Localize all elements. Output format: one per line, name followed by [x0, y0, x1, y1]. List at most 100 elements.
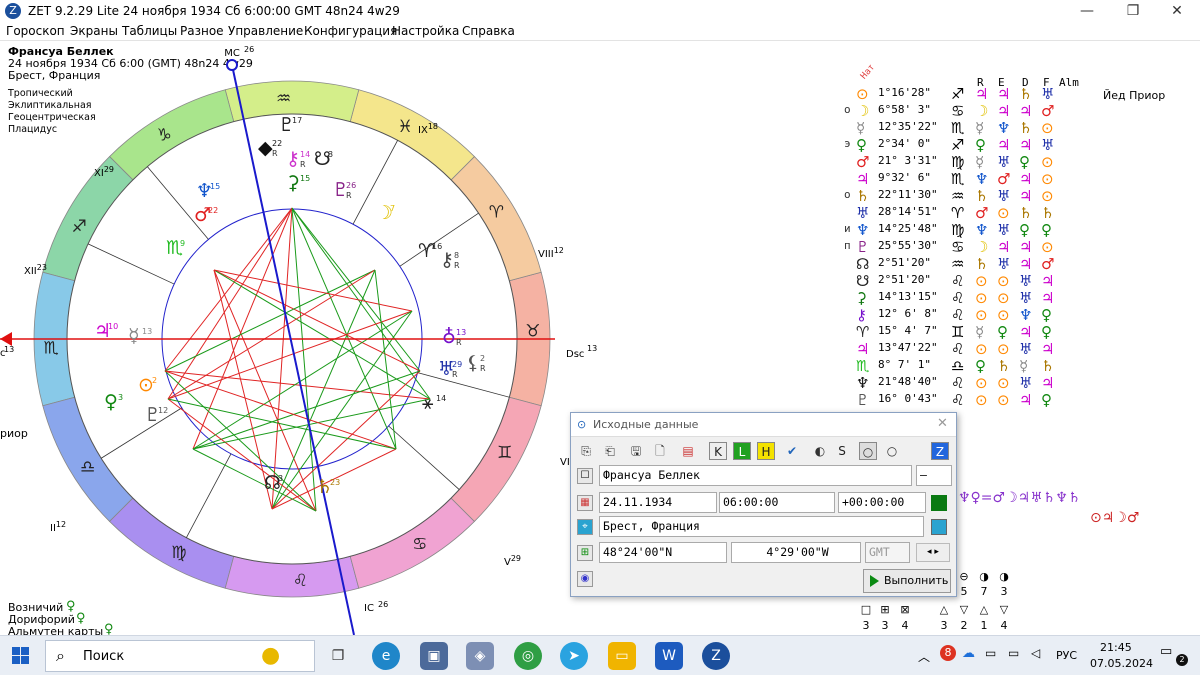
zodiac-sign-glyph: ♊	[497, 443, 512, 463]
planet-glyph[interactable]: ⚳	[286, 172, 300, 194]
toolbar-button-2[interactable]: 🖫	[627, 442, 645, 460]
menu-item-settings[interactable]: Настройка	[392, 24, 459, 38]
longitude-input[interactable]: 4°29'00"W	[731, 542, 861, 563]
toolbar-button-13[interactable]: Z	[931, 442, 949, 460]
planet-degree: 12	[158, 406, 168, 415]
map-button[interactable]	[931, 519, 947, 535]
clock-date[interactable]: 07.05.2024	[1090, 657, 1153, 670]
planet-glyph[interactable]: ♀	[104, 391, 118, 413]
row-lead-mark: п	[844, 239, 851, 252]
planet-row-glyph[interactable]: ♄	[856, 188, 869, 204]
planet-row-glyph[interactable]: ♈	[856, 324, 869, 340]
toolbar-button-4[interactable]: ▤	[679, 442, 697, 460]
planet-row-glyph[interactable]: ♆	[856, 375, 869, 391]
dst-toggle[interactable]	[931, 495, 947, 511]
timezone-stepper[interactable]: ◂ ▸	[916, 543, 950, 562]
timezone-input[interactable]: GMT	[865, 542, 910, 563]
app-icon-1[interactable]: ▣	[420, 642, 448, 670]
tray-chevron-icon[interactable]: ︿	[918, 648, 930, 665]
planet-row-glyph[interactable]: ♆	[856, 222, 869, 238]
name-select[interactable]: —	[916, 465, 952, 486]
toolbar-button-0[interactable]: ⎘	[577, 442, 595, 460]
rulership-glyph: ♂	[1041, 102, 1055, 120]
rulership-glyph: ♅	[997, 153, 1011, 171]
latitude-input[interactable]: 48°24'00"N	[599, 542, 727, 563]
planet-glyph[interactable]: ◆	[258, 137, 273, 159]
app-icon-2[interactable]: ◈	[466, 642, 494, 670]
minimize-button[interactable]: —	[1064, 0, 1110, 22]
rulership-glyph: ⊙	[1041, 153, 1054, 171]
menu-item-screens[interactable]: Экраны	[70, 24, 118, 38]
run-button[interactable]: Выполнить	[863, 569, 951, 593]
planet-glyph[interactable]: ⚸	[466, 352, 480, 374]
planet-glyph[interactable]: ⚷	[286, 148, 300, 170]
planet-glyph[interactable]: ♁	[442, 326, 456, 348]
rulership-glyph: ♆	[975, 170, 989, 188]
planet-row-glyph[interactable]: ♀	[856, 137, 867, 153]
planet-row-glyph[interactable]: ⊙	[856, 86, 869, 102]
telegram-icon[interactable]: ➤	[560, 642, 588, 670]
menu-item-misc[interactable]: Разное	[180, 24, 224, 38]
toolbar-button-7[interactable]: H	[757, 442, 775, 460]
planet-row-glyph[interactable]: ♇	[856, 239, 869, 255]
toolbar-button-5[interactable]: K	[709, 442, 727, 460]
planet-position: 21° 3'31"	[878, 154, 938, 167]
tray-app-icon[interactable]: 8	[940, 645, 956, 661]
planet-row-glyph[interactable]: ⚳	[856, 290, 867, 306]
planet-sign-glyph: ♌	[951, 340, 965, 358]
toolbar-button-12[interactable]: ○	[883, 442, 901, 460]
planet-row-glyph[interactable]: ⚷	[856, 307, 867, 323]
word-icon[interactable]: W	[655, 642, 683, 670]
planet-row-glyph[interactable]: ♃	[856, 341, 869, 357]
network-icon[interactable]: ▭	[985, 646, 996, 660]
planet-glyph[interactable]: ⚹	[422, 392, 434, 414]
aspect-type-icon: □	[860, 603, 872, 616]
horoscope-wheel[interactable]: ♉♈♓♒♑♐♏♎♍♌♋♊ MC 26 c 13 Dsc 13 IC 26 IX1…	[0, 41, 600, 635]
dialog-close-icon[interactable]: ✕	[937, 416, 948, 431]
task-view-icon[interactable]: ❐	[324, 642, 352, 670]
planet-glyph[interactable]: ⚷	[440, 249, 454, 271]
taskbar-search[interactable]: ⌕ Поиск ●	[45, 640, 315, 672]
toolbar-button-6[interactable]: L	[733, 442, 751, 460]
time-input[interactable]: 06:00:00	[719, 492, 835, 513]
planet-row-glyph[interactable]: ☊	[856, 256, 869, 272]
planet-row-glyph[interactable]: ♅	[856, 205, 869, 221]
planet-row-glyph[interactable]: ♇	[856, 392, 869, 408]
toolbar-button-11[interactable]: ○	[859, 442, 877, 460]
date-input[interactable]: 24.11.1934	[599, 492, 717, 513]
planet-row-glyph[interactable]: ♃	[856, 171, 869, 187]
toolbar-button-10[interactable]: S	[833, 442, 851, 460]
volume-icon[interactable]: ◁	[1031, 646, 1040, 660]
planet-row-glyph[interactable]: ♏	[856, 358, 869, 374]
windows-start-icon[interactable]	[12, 647, 30, 665]
planet-glyph[interactable]: ☿	[128, 325, 140, 347]
chrome-icon[interactable]: ◎	[514, 642, 542, 670]
edge-icon[interactable]: e	[372, 642, 400, 670]
stat-icon: ⊖	[959, 570, 969, 583]
toolbar-button-1[interactable]: ⎗	[601, 442, 619, 460]
extra-options-icon[interactable]: ◉	[577, 571, 593, 587]
planet-row-glyph[interactable]: ☋	[856, 273, 869, 289]
toolbar-button-8[interactable]: ✔	[783, 442, 801, 460]
toolbar-button-3[interactable]: 🗋	[651, 442, 669, 460]
clock-time[interactable]: 21:45	[1100, 641, 1132, 654]
zet-taskbar-icon[interactable]: Z	[702, 642, 730, 670]
battery-icon[interactable]: ▭	[1008, 646, 1019, 660]
toolbar-button-9[interactable]: ◐	[811, 442, 829, 460]
planet-row-glyph[interactable]: ☽	[856, 103, 869, 119]
menu-item-control[interactable]: Управление	[228, 24, 303, 38]
maximize-button[interactable]: ❐	[1110, 0, 1156, 22]
planet-row-glyph[interactable]: ☿	[856, 120, 865, 136]
close-button[interactable]: ✕	[1154, 0, 1200, 22]
onedrive-icon[interactable]: ☁	[962, 646, 975, 661]
menu-item-help[interactable]: Справка	[462, 24, 515, 38]
planet-row-glyph[interactable]: ♂	[856, 154, 869, 170]
explorer-icon[interactable]: ▭	[608, 642, 636, 670]
menu-item-horoscope[interactable]: Гороскоп	[6, 24, 65, 38]
menu-item-configuration[interactable]: Конфигурация	[304, 24, 397, 38]
offset-input[interactable]: +00:00:00	[838, 492, 926, 513]
menu-item-tables[interactable]: Таблицы	[122, 24, 177, 38]
language-indicator[interactable]: РУС	[1056, 649, 1077, 662]
place-input[interactable]: Брест, Франция	[599, 516, 924, 537]
name-input[interactable]: Франсуа Беллек	[599, 465, 912, 486]
